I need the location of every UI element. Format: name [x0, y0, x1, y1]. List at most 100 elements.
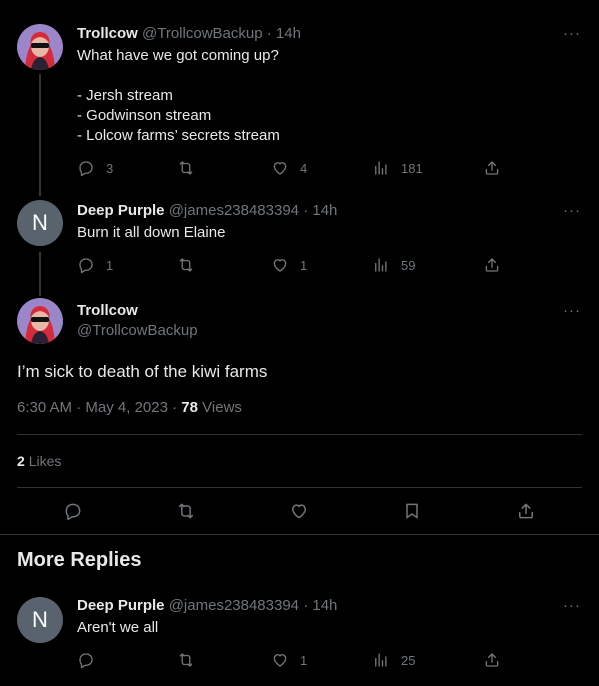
handle[interactable]: @james238483394	[169, 597, 299, 614]
retweet-button[interactable]	[177, 651, 206, 669]
retweet-button[interactable]	[177, 256, 206, 274]
tweet-header: Deep Purple @james238483394 · 14h	[77, 202, 337, 219]
analytics-icon	[375, 161, 387, 175]
more-options-icon[interactable]: ···	[563, 302, 581, 319]
heart-icon	[273, 162, 287, 175]
divider	[17, 487, 582, 488]
display-name[interactable]: Trollcow	[77, 302, 138, 319]
thread-line	[39, 74, 41, 196]
avatar[interactable]: N	[17, 200, 63, 246]
like-button[interactable]	[289, 501, 309, 526]
retweet-icon	[179, 258, 193, 272]
more-options-icon[interactable]: ···	[563, 202, 581, 219]
retweet-icon	[179, 161, 193, 175]
main-tweet-text: I’m sick to death of the kiwi farms	[17, 362, 268, 381]
avatar[interactable]: N	[17, 597, 63, 643]
likes-count: 2	[17, 453, 25, 469]
reply-count: 3	[106, 160, 114, 176]
views-count: 181	[401, 160, 423, 176]
reply-icon	[79, 653, 93, 669]
share-button[interactable]	[483, 651, 501, 669]
reply-icon	[65, 503, 81, 521]
avatar-letter: N	[32, 607, 48, 632]
tweet-header: Deep Purple @james238483394 · 14h	[77, 597, 337, 614]
heart-icon	[273, 654, 287, 667]
retweet-icon	[179, 653, 193, 667]
divider	[17, 434, 582, 435]
timestamp[interactable]: 14h	[312, 597, 337, 614]
heart-icon	[273, 259, 287, 272]
tweet-line: - Lolcow farms’ secrets stream	[77, 127, 280, 144]
handle[interactable]: @james238483394	[169, 202, 299, 219]
share-icon	[519, 503, 533, 519]
display-name[interactable]: Trollcow	[77, 25, 138, 42]
handle[interactable]: @TrollcowBackup	[77, 322, 198, 339]
avatar-letter: N	[32, 210, 48, 235]
tweet-line: - Jersh stream	[77, 87, 173, 104]
like-button[interactable]: 1	[271, 651, 307, 669]
reply-icon	[79, 161, 93, 177]
views-count: 78	[181, 399, 198, 416]
tweet-header: Trollcow @TrollcowBackup · 14h	[77, 25, 301, 42]
like-button[interactable]: 1	[271, 256, 307, 274]
reply-icon	[79, 258, 93, 274]
post-time[interactable]: 6:30 AM	[17, 399, 72, 416]
handle[interactable]: @TrollcowBackup	[142, 25, 263, 42]
analytics-icon	[375, 653, 387, 667]
dot-separator: ·	[303, 597, 309, 614]
bookmark-icon	[406, 503, 418, 519]
views-count: 59	[401, 257, 416, 273]
dot-separator: ·	[76, 399, 82, 416]
avatar[interactable]	[17, 298, 63, 344]
display-name[interactable]: Deep Purple	[77, 597, 165, 614]
views-button[interactable]: 181	[372, 159, 423, 177]
like-count: 1	[300, 652, 308, 668]
dot-separator: ·	[303, 202, 309, 219]
tweet-text: Burn it all down Elaine	[77, 224, 226, 241]
share-icon	[485, 161, 499, 175]
reply-count: 1	[106, 257, 114, 273]
tweet-line: What have we got coming up?	[77, 47, 279, 64]
tweet-line	[77, 66, 280, 86]
views-button[interactable]: 25	[372, 651, 415, 669]
retweet-icon	[179, 503, 193, 519]
views-button[interactable]: 59	[372, 256, 415, 274]
views-label: Views	[202, 399, 242, 416]
main-display-name: Trollcow	[77, 302, 138, 319]
tweet-meta: 6:30 AM · May 4, 2023 · 78 Views	[17, 399, 242, 416]
retweet-button[interactable]	[177, 159, 206, 177]
share-button[interactable]	[516, 501, 536, 526]
divider	[0, 534, 599, 535]
likes-summary[interactable]: 2 Likes	[17, 453, 61, 469]
reply-button[interactable]: 3	[77, 159, 113, 177]
heart-icon	[292, 504, 306, 519]
bookmark-button[interactable]	[402, 501, 422, 526]
section-title: More Replies	[17, 549, 142, 571]
dot-separator: ·	[172, 399, 178, 416]
reply-button[interactable]: 1	[77, 256, 113, 274]
timestamp[interactable]: 14h	[276, 25, 301, 42]
likes-label: Likes	[28, 453, 62, 469]
avatar[interactable]	[17, 24, 63, 70]
tweet-text: Aren't we all	[77, 619, 159, 636]
main-handle: @TrollcowBackup	[77, 322, 198, 339]
like-count: 4	[300, 160, 308, 176]
timestamp[interactable]: 14h	[312, 202, 337, 219]
share-icon	[485, 653, 499, 667]
retweet-button[interactable]	[176, 501, 196, 526]
more-options-icon[interactable]: ···	[563, 597, 581, 614]
display-name[interactable]: Deep Purple	[77, 202, 165, 219]
reply-button[interactable]	[77, 651, 106, 669]
share-button[interactable]	[483, 256, 501, 274]
thread-line	[39, 252, 41, 296]
post-date[interactable]: May 4, 2023	[85, 399, 168, 416]
more-options-icon[interactable]: ···	[563, 25, 581, 42]
reply-button[interactable]	[63, 501, 83, 526]
share-button[interactable]	[483, 159, 501, 177]
tweet-line: - Godwinson stream	[77, 107, 212, 124]
share-icon	[485, 258, 499, 272]
like-button[interactable]: 4	[271, 159, 307, 177]
like-count: 1	[300, 257, 308, 273]
views-count: 25	[401, 652, 416, 668]
tweet-text: What have we got coming up? - Jersh stre…	[77, 46, 280, 146]
